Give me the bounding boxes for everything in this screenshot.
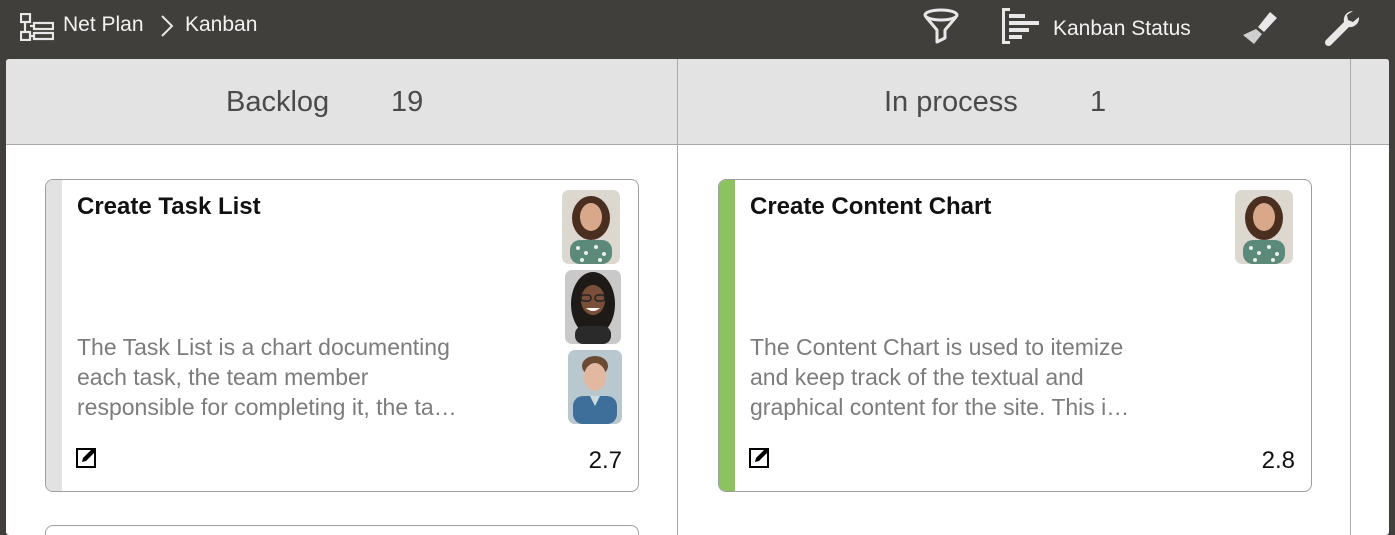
column-header-backlog[interactable]: Backlog 19 (6, 59, 677, 144)
edit-icon[interactable] (76, 446, 98, 468)
card-description: The Content Chart is used to itemize and… (750, 332, 1190, 422)
breadcrumb-kanban[interactable]: Kanban (185, 13, 257, 37)
column-title: In process (884, 86, 1018, 118)
status-stripe (719, 180, 735, 491)
column-divider (677, 59, 678, 535)
description-line: The Content Chart is used to itemize (750, 334, 1124, 360)
card-estimate: 2.7 (588, 447, 622, 474)
edit-icon[interactable] (749, 446, 771, 468)
avatar-man-denim[interactable] (568, 350, 622, 424)
wrench-icon[interactable] (1320, 8, 1362, 48)
card-description: The Task List is a chart documenting eac… (77, 332, 517, 422)
card-title: Create Content Chart (750, 193, 992, 220)
top-bar: Net Plan Kanban Kanban Status (0, 0, 1395, 58)
chevron-right-icon (161, 15, 174, 37)
kanban-board: Backlog 19 In process 1 Create Task List… (6, 59, 1389, 535)
description-line: responsible for completing it, the ta… (77, 394, 457, 420)
description-line: and keep track of the textual and (750, 364, 1084, 390)
column-header-in-process[interactable]: In process 1 (678, 59, 1350, 144)
avatar-woman-glasses[interactable] (565, 270, 621, 344)
view-selector-label[interactable]: Kanban Status (1053, 17, 1191, 41)
column-count: 1 (1090, 86, 1107, 118)
avatar-woman-curly-hair[interactable] (562, 190, 620, 264)
brush-icon[interactable] (1240, 8, 1282, 48)
column-title: Backlog (226, 86, 330, 118)
description-line: each task, the team member (77, 364, 369, 390)
task-card[interactable]: Create Task List The Task List is a char… (45, 179, 639, 492)
hierarchy-icon[interactable] (20, 13, 54, 41)
column-header-row: Backlog 19 In process 1 (6, 59, 1389, 145)
card-title: Create Task List (77, 193, 261, 220)
task-card[interactable]: Create Content Chart The Content Chart i… (718, 179, 1312, 492)
card-estimate: 2.8 (1261, 447, 1295, 474)
description-line: The Task List is a chart documenting (77, 334, 450, 360)
breadcrumb-net-plan[interactable]: Net Plan (63, 13, 144, 37)
filter-icon[interactable] (922, 8, 960, 46)
task-card-partial[interactable] (45, 525, 639, 535)
status-stripe (46, 180, 62, 491)
gantt-icon[interactable] (1000, 8, 1044, 44)
column-divider (1350, 59, 1351, 535)
column-count: 19 (391, 86, 424, 118)
description-line: graphical content for the site. This i… (750, 394, 1130, 420)
avatar-woman-curly-hair[interactable] (1235, 190, 1293, 264)
